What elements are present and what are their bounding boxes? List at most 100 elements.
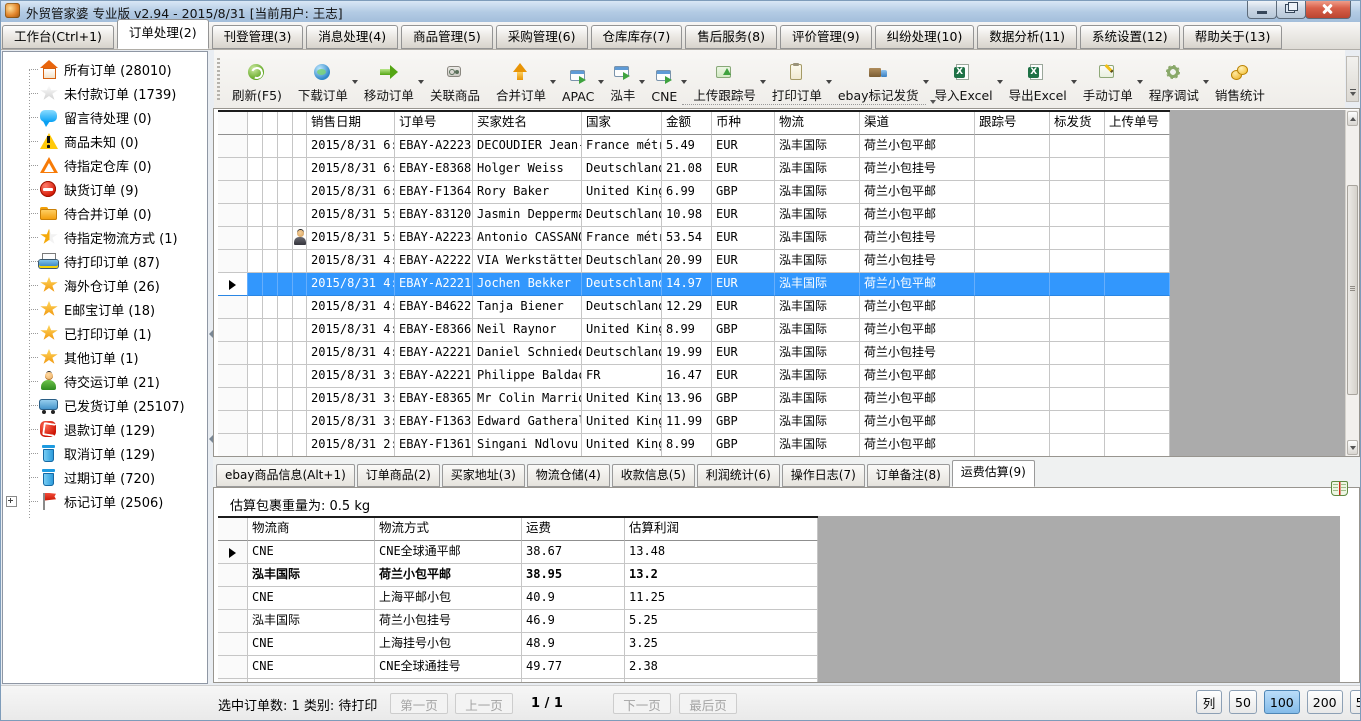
upload-tracking-button[interactable]: 上传跟踪号	[686, 54, 763, 106]
column-settings-button[interactable]: 列	[1196, 690, 1222, 714]
sidebar-item[interactable]: 未付款订单 (1739)	[3, 81, 207, 105]
refresh-button[interactable]: 刷新(F5)	[225, 54, 289, 106]
order-row[interactable]: 2015/8/31 6:37EBAY-A22236DECOUDIER Jean-…	[218, 135, 1170, 158]
scroll-up-icon[interactable]	[1347, 111, 1358, 126]
channel-cell: 荷兰小包平邮	[860, 273, 975, 296]
sidebar-item[interactable]: 待指定物流方式 (1)	[3, 225, 207, 249]
menu-tab[interactable]: 数据分析(11)	[977, 25, 1077, 49]
freight-option-row[interactable]: CNECNE全球通挂号49.772.38	[218, 656, 818, 679]
detail-tab[interactable]: 物流仓储(4)	[527, 464, 610, 487]
menu-tab[interactable]: 工作台(Ctrl+1)	[2, 25, 114, 49]
status-cell	[293, 273, 307, 296]
menu-tab[interactable]: 纠纷处理(10)	[875, 25, 975, 49]
merge-orders-button[interactable]: 合并订单	[489, 54, 553, 106]
debug-button[interactable]: 程序调试	[1142, 54, 1206, 106]
next-page-button[interactable]: 下一页	[613, 693, 671, 714]
sidebar-item[interactable]: E邮宝订单 (18)	[3, 297, 207, 321]
order-row[interactable]: 2015/8/31 3:18EBAY-F1363Edward GatheralU…	[218, 411, 1170, 434]
detail-tab[interactable]: 收款信息(5)	[612, 464, 695, 487]
close-button[interactable]	[1305, 0, 1351, 19]
status-cell	[248, 135, 263, 158]
menu-tab[interactable]: 售后服务(8)	[685, 25, 777, 49]
detail-tab[interactable]: 操作日志(7)	[782, 464, 865, 487]
sidebar-item[interactable]: 待合并订单 (0)	[3, 201, 207, 225]
link-products-button[interactable]: 关联商品	[423, 54, 487, 106]
detail-tab[interactable]: ebay商品信息(Alt+1)	[216, 464, 355, 487]
sidebar-item[interactable]: 海外仓订单 (26)	[3, 273, 207, 297]
menu-tab[interactable]: 评价管理(9)	[780, 25, 872, 49]
sidebar-item[interactable]: 待交运订单 (21)	[3, 369, 207, 393]
freight-option-row[interactable]: CNE上海平邮小包40.911.25	[218, 587, 818, 610]
scrollbar-thumb[interactable]	[1347, 185, 1358, 395]
page-size-button[interactable]: 200	[1307, 690, 1343, 714]
menu-tab[interactable]: 系统设置(12)	[1080, 25, 1180, 49]
order-row[interactable]: 2015/8/31 4:00EBAY-A22218Daniel Schniede…	[218, 342, 1170, 365]
menu-tab[interactable]: 仓库库存(7)	[591, 25, 683, 49]
sidebar-item[interactable]: 待指定仓库 (0)	[3, 153, 207, 177]
freight-option-row[interactable]: CNE上海挂号小包48.93.25	[218, 633, 818, 656]
print-orders-button[interactable]: 打印订单	[765, 54, 829, 106]
orders-vertical-scrollbar[interactable]	[1345, 110, 1359, 456]
maximize-button[interactable]	[1276, 0, 1306, 19]
sidebar-item[interactable]: 所有订单 (28010)	[3, 57, 207, 81]
sidebar-item[interactable]: 留言待处理 (0)	[3, 105, 207, 129]
tree-expander-icon[interactable]	[6, 496, 17, 507]
ebay-mark-shipped-button[interactable]: ebay标记发货	[831, 54, 926, 106]
move-orders-button[interactable]: 移动订单	[357, 54, 421, 106]
toolbar-overflow-button[interactable]	[1346, 56, 1359, 102]
sidebar-item[interactable]: 商品未知 (0)	[3, 129, 207, 153]
order-row[interactable]: 2015/8/31 3:30EBAY-E8365Mr Colin Marriot…	[218, 388, 1170, 411]
sidebar-item[interactable]: 退款订单 (129)	[3, 417, 207, 441]
menu-tab[interactable]: 消息处理(4)	[306, 25, 398, 49]
first-page-button[interactable]: 第一页	[390, 693, 448, 714]
page-size-button[interactable]: 500	[1350, 690, 1361, 714]
order-row[interactable]: 2015/8/31 4:11EBAY-E8366Neil RaynorUnite…	[218, 319, 1170, 342]
detail-tab[interactable]: 订单商品(2)	[357, 464, 440, 487]
last-page-button[interactable]: 最后页	[679, 693, 737, 714]
prev-page-button[interactable]: 上一页	[455, 693, 513, 714]
status-cell	[263, 158, 278, 181]
order-row[interactable]: 2015/8/31 4:53EBAY-A22220VIA Werkstätten…	[218, 250, 1170, 273]
order-row[interactable]: 2015/8/31 6:08EBAY-F1364Rory BakerUnited…	[218, 181, 1170, 204]
freight-option-row[interactable]: 泓丰国际荷兰小包平邮38.9513.2	[218, 564, 818, 587]
freight-option-row[interactable]: CNECNE全球通平邮38.6713.48	[218, 541, 818, 564]
cne-button[interactable]: CNE	[644, 54, 684, 106]
detail-tab[interactable]: 运费估算(9)	[952, 460, 1035, 487]
scroll-down-icon[interactable]	[1347, 440, 1358, 455]
sales-stats-button[interactable]: 销售统计	[1208, 54, 1272, 106]
download-orders-button[interactable]: 下载订单	[291, 54, 355, 106]
menu-tab[interactable]: 刊登管理(3)	[212, 25, 304, 49]
order-row[interactable]: 2015/8/31 2:55EBAY-F1361Singani NdlovuUn…	[218, 434, 1170, 456]
detail-tab[interactable]: 买家地址(3)	[442, 464, 525, 487]
minimize-button[interactable]	[1247, 0, 1277, 19]
order-row[interactable]: 2015/8/31 4:46EBAY-A22219Jochen BekkerDe…	[218, 273, 1170, 296]
sidebar-item[interactable]: 过期订单 (720)	[3, 465, 207, 489]
menu-tab[interactable]: 订单处理(2)	[117, 19, 209, 49]
order-row[interactable]: 2015/8/31 6:28EBAY-E8368Holger WeissDeut…	[218, 158, 1170, 181]
sidebar-item[interactable]: 其他订单 (1)	[3, 345, 207, 369]
order-row[interactable]: 2015/8/31 5:59EBAY-83120...Jasmin Depper…	[218, 204, 1170, 227]
menu-tab[interactable]: 帮助关于(13)	[1183, 25, 1283, 49]
page-size-button[interactable]: 50	[1229, 690, 1257, 714]
manual-order-button[interactable]: 手动订单	[1076, 54, 1140, 106]
apac-button[interactable]: APAC	[555, 54, 601, 106]
sidebar-item[interactable]: 标记订单 (2506)	[3, 489, 207, 513]
detail-tab[interactable]: 利润统计(6)	[697, 464, 780, 487]
hongfeng-button[interactable]: 泓丰	[603, 54, 642, 106]
import-excel-button[interactable]: 导入Excel	[928, 54, 1000, 106]
page-size-button[interactable]: 100	[1264, 690, 1300, 714]
sidebar-item[interactable]: 待打印订单 (87)	[3, 249, 207, 273]
sidebar-item[interactable]: 取消订单 (129)	[3, 441, 207, 465]
menu-tab[interactable]: 采购管理(6)	[496, 25, 588, 49]
sidebar-item[interactable]: 已发货订单 (25107)	[3, 393, 207, 417]
order-row[interactable]: 2015/8/31 4:16EBAY-B4622Tanja BienerDeut…	[218, 296, 1170, 319]
menu-tab[interactable]: 商品管理(5)	[401, 25, 493, 49]
freight-option-row[interactable]: 泓丰国际荷兰小包挂号46.95.25	[218, 610, 818, 633]
sidebar-item[interactable]: 已打印订单 (1)	[3, 321, 207, 345]
detail-tab[interactable]: 订单备注(8)	[867, 464, 950, 487]
order-row[interactable]: 2015/8/31 5:47EBAY-A22234Antonio CASSANO…	[218, 227, 1170, 250]
sidebar-item[interactable]: 缺货订单 (9)	[3, 177, 207, 201]
book-icon[interactable]	[1331, 481, 1348, 496]
order-row[interactable]: 2015/8/31 3:53EBAY-A22217Philippe Baldac…	[218, 365, 1170, 388]
export-excel-button[interactable]: 导出Excel	[1002, 54, 1074, 106]
